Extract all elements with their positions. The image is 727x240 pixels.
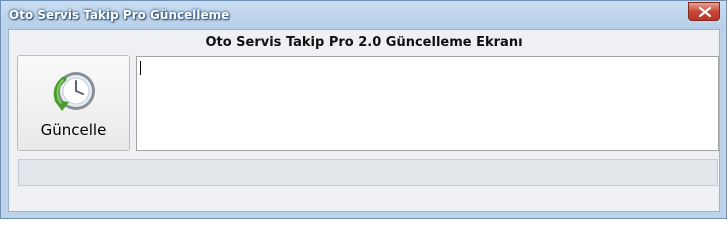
title-bar[interactable]: Oto Servis Takip Pro Güncelleme xyxy=(1,1,726,29)
client-area: Oto Servis Takip Pro 2.0 Güncelleme Ekra… xyxy=(8,29,720,212)
update-window: Oto Servis Takip Pro Güncelleme Oto Serv… xyxy=(0,0,727,219)
text-caret xyxy=(140,61,141,75)
close-button[interactable] xyxy=(688,2,720,21)
page-title: Oto Servis Takip Pro 2.0 Güncelleme Ekra… xyxy=(205,35,523,50)
update-button-label: Güncelle xyxy=(40,121,107,139)
log-textarea[interactable] xyxy=(136,56,719,151)
progress-bar xyxy=(18,159,718,186)
close-icon xyxy=(699,7,711,17)
clock-update-arrow-icon xyxy=(53,72,95,111)
update-button[interactable]: Güncelle xyxy=(17,55,130,151)
window-title: Oto Servis Takip Pro Güncelleme xyxy=(9,8,230,22)
